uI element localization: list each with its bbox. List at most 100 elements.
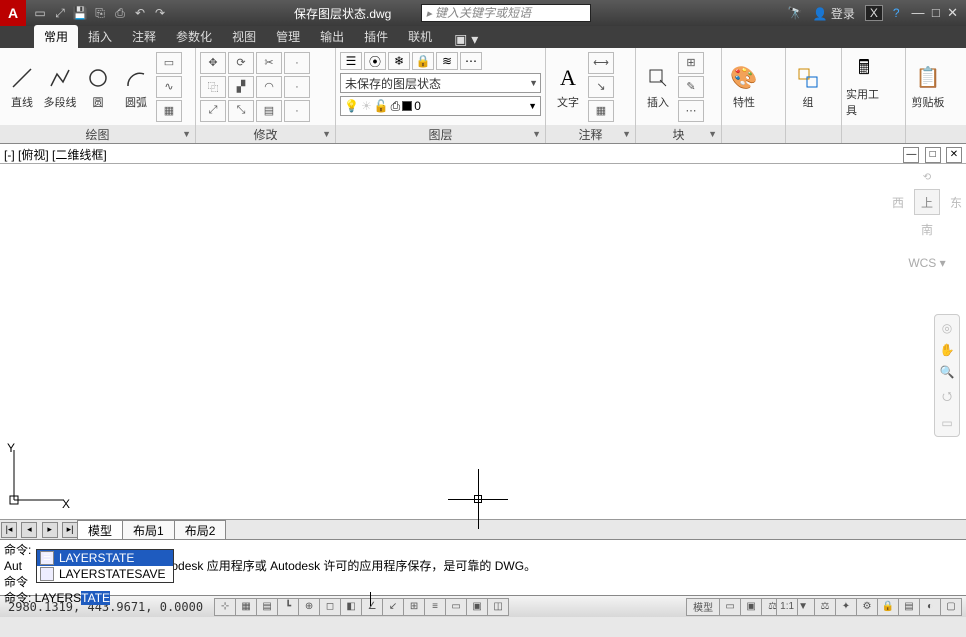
tab-parametric[interactable]: 参数化 (166, 25, 222, 48)
tab-online[interactable]: 联机 (398, 25, 442, 48)
layerstate-dropdown[interactable]: 未保存的图层状态▼ (340, 73, 541, 93)
rect-icon[interactable]: ▭ (156, 52, 182, 74)
binoculars-icon[interactable]: 🔭 (788, 6, 803, 20)
tab-manage[interactable]: 管理 (266, 25, 310, 48)
extra1-icon[interactable]: · (284, 52, 310, 74)
layout1-tab[interactable]: 布局1 (122, 520, 175, 540)
panel-layer-title[interactable]: 图层▼ (336, 125, 545, 143)
stretch-icon[interactable]: ⤢ (200, 100, 226, 122)
extra3-icon[interactable]: · (284, 100, 310, 122)
move-icon[interactable]: ✥ (200, 52, 226, 74)
qat-undo-icon[interactable]: ↶ (132, 5, 148, 21)
tab-annotate[interactable]: 注释 (122, 25, 166, 48)
utilities-button[interactable]: 🖩实用工具 (846, 56, 882, 118)
autocomplete-item[interactable]: LAYERSTATESAVE (37, 566, 173, 582)
qat-new-icon[interactable]: ▭ (32, 5, 48, 21)
svg-text:Y: Y (7, 441, 15, 455)
hatch-icon[interactable]: ▦ (156, 100, 182, 122)
minimize-button[interactable]: — (910, 5, 927, 20)
tab-extra-icon[interactable]: ▣ ▾ (454, 31, 478, 48)
trim-icon[interactable]: ✂ (256, 52, 282, 74)
model-tab[interactable]: 模型 (77, 520, 123, 540)
panel-modify-title[interactable]: 修改▼ (196, 125, 335, 143)
nav-zoom-icon[interactable]: 🔍 (940, 365, 955, 379)
navigation-bar[interactable]: ◎ ✋ 🔍 ⭯ ▭ (934, 314, 960, 437)
nav-pan-icon[interactable]: ✋ (940, 343, 955, 357)
qat-print-icon[interactable]: ⎙ (112, 5, 128, 21)
vp-max-icon[interactable]: □ (925, 147, 941, 163)
tab-first-icon[interactable]: |◂ (1, 522, 17, 538)
tab-last-icon[interactable]: ▸| (62, 522, 78, 538)
viewcube[interactable]: ⟲ 西 上 东 南 WCS ▾ (892, 172, 962, 270)
nav-orbit-icon[interactable]: ⭯ (942, 387, 952, 408)
arc-button[interactable]: 圆弧 (118, 64, 154, 110)
create-block-icon[interactable]: ⊞ (678, 52, 704, 74)
layer-color-swatch (402, 101, 412, 111)
panel-block-title[interactable]: 块▼ (636, 125, 721, 143)
group-button[interactable]: 组 (790, 64, 826, 110)
qat-saveas-icon[interactable]: ⎘ (92, 5, 108, 21)
tab-prev-icon[interactable]: ◂ (21, 522, 37, 538)
qat-open-icon[interactable]: ⤢ (52, 5, 68, 21)
line-button[interactable]: 直线 (4, 64, 40, 110)
close-button[interactable]: ✕ (945, 5, 960, 20)
qat-save-icon[interactable]: 💾 (72, 5, 88, 21)
exchange-icon[interactable]: X (865, 5, 883, 21)
autocomplete-popup[interactable]: ☰LAYERSTATE LAYERSTATESAVE (36, 549, 174, 583)
tab-next-icon[interactable]: ▸ (42, 522, 58, 538)
clipboard-button[interactable]: 📋剪贴板 (910, 64, 946, 110)
tab-output[interactable]: 输出 (310, 25, 354, 48)
panel-draw-title[interactable]: 绘图▼ (0, 125, 195, 143)
nav-showmotion-icon[interactable]: ▭ (941, 416, 952, 430)
properties-button[interactable]: 🎨特性 (726, 64, 762, 110)
attr-block-icon[interactable]: ⋯ (678, 100, 704, 122)
edit-block-icon[interactable]: ✎ (678, 76, 704, 98)
polyline-button[interactable]: 多段线 (42, 64, 78, 110)
app-logo[interactable]: A (0, 0, 26, 26)
copy-icon[interactable]: ⿻ (200, 76, 226, 98)
layeroff-icon[interactable]: ⦿ (364, 52, 386, 70)
layout2-tab[interactable]: 布局2 (174, 520, 227, 540)
insert-button[interactable]: 插入 (640, 64, 676, 110)
panel-annot-title[interactable]: 注释▼ (546, 125, 635, 143)
nav-wheel-icon[interactable]: ◎ (942, 321, 952, 335)
command-input[interactable]: 命令: LAYERSTATE (4, 590, 962, 606)
viewport-label[interactable]: [-] [俯视] [二维线框] (4, 146, 107, 161)
layer-dropdown[interactable]: 💡☀🔓⎙ 0 ▼ (340, 96, 541, 116)
rotate-icon[interactable]: ⟳ (228, 52, 254, 74)
layerlock-icon[interactable]: 🔒 (412, 52, 434, 70)
vp-close-icon[interactable]: ✕ (946, 147, 962, 163)
panel-props-title (722, 125, 785, 143)
qat-redo-icon[interactable]: ↷ (152, 5, 168, 21)
mirror-icon[interactable]: ▞ (228, 76, 254, 98)
layerfreeze-icon[interactable]: ❄ (388, 52, 410, 70)
leader-icon[interactable]: ↘ (588, 76, 614, 98)
layermore-icon[interactable]: ⋯ (460, 52, 482, 70)
tab-insert[interactable]: 插入 (78, 25, 122, 48)
autocomplete-item[interactable]: ☰LAYERSTATE (37, 550, 173, 566)
search-input[interactable]: ▸ 键入关键字或短语 (421, 4, 591, 22)
panel-group-title (786, 125, 841, 143)
table-icon[interactable]: ▦ (588, 100, 614, 122)
drawing-viewport[interactable]: YX ⟲ 西 上 东 南 WCS ▾ ◎ ✋ 🔍 ⭯ ▭ (0, 164, 966, 519)
maximize-button[interactable]: □ (930, 5, 942, 20)
dim-icon[interactable]: ⟷ (588, 52, 614, 74)
spline-icon[interactable]: ∿ (156, 76, 182, 98)
layerprops-icon[interactable]: ☰ (340, 52, 362, 70)
array-icon[interactable]: ▤ (256, 100, 282, 122)
svg-text:X: X (62, 497, 70, 510)
tab-home[interactable]: 常用 (34, 25, 78, 48)
tab-plugins[interactable]: 插件 (354, 25, 398, 48)
ucs-icon: YX (4, 440, 74, 513)
vp-min-icon[interactable]: — (903, 147, 919, 163)
circle-button[interactable]: 圆 (80, 64, 116, 110)
tab-view[interactable]: 视图 (222, 25, 266, 48)
scale-icon[interactable]: ⤡ (228, 100, 254, 122)
fillet-icon[interactable]: ◠ (256, 76, 282, 98)
command-window[interactable]: 命令: Aut 件上次由 Autodesk 应用程序或 Autodesk 许可的… (0, 539, 966, 595)
layermatch-icon[interactable]: ≋ (436, 52, 458, 70)
help-icon[interactable]: ? (893, 6, 900, 20)
text-button[interactable]: A文字 (550, 64, 586, 110)
login-button[interactable]: 👤 登录 (813, 5, 855, 22)
extra2-icon[interactable]: · (284, 76, 310, 98)
